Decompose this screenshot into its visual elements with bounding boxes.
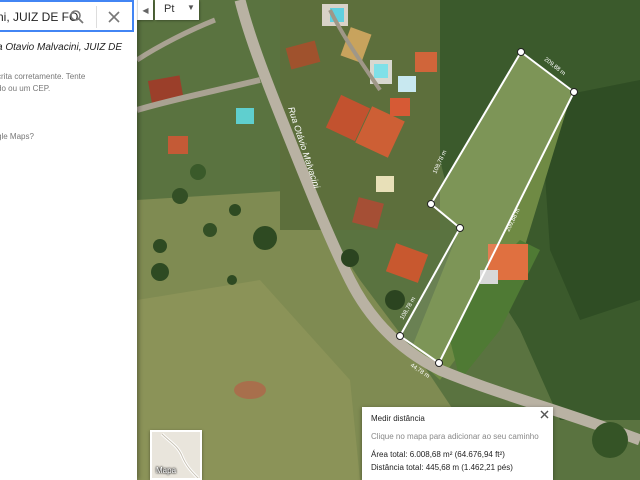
search-box[interactable]: ni, JUIZ DE FO bbox=[0, 0, 134, 32]
chevron-left-icon: ◀ bbox=[142, 5, 149, 15]
total-area: Área total: 6.008,68 m² (64.676,94 ft²) bbox=[371, 450, 505, 459]
result-message[interactable]: gle Maps? bbox=[0, 132, 34, 141]
map-type-toggle[interactable]: Mapa bbox=[150, 430, 202, 480]
measure-hint: Clique no mapa para adicionar ao seu cam… bbox=[371, 432, 539, 441]
search-icon[interactable] bbox=[69, 9, 85, 25]
close-icon[interactable] bbox=[540, 410, 549, 419]
collapse-panel-button[interactable]: ◀ bbox=[137, 0, 153, 20]
close-icon[interactable] bbox=[105, 8, 123, 26]
result-address: a Otavio Malvacini, JUIZ DE bbox=[0, 42, 123, 53]
measure-title: Medir distância bbox=[371, 414, 425, 423]
caret-down-icon: ▼ bbox=[187, 3, 195, 12]
measure-distance-card: Medir distância Clique no mapa para adic… bbox=[362, 407, 553, 480]
result-message: crita corretamente. Tente bbox=[0, 72, 86, 81]
search-input[interactable]: ni, JUIZ DE FO bbox=[0, 10, 78, 24]
total-distance: Distância total: 445,68 m (1.462,21 pés) bbox=[371, 463, 513, 472]
language-select[interactable]: Pt ▼ bbox=[155, 0, 199, 20]
language-value: Pt bbox=[164, 3, 175, 15]
divider bbox=[96, 6, 97, 28]
map-type-label: Mapa bbox=[156, 466, 177, 475]
side-panel: ni, JUIZ DE FO a Otavio Malvacini, JUIZ … bbox=[0, 0, 137, 480]
result-message: do ou um CEP. bbox=[0, 84, 51, 93]
